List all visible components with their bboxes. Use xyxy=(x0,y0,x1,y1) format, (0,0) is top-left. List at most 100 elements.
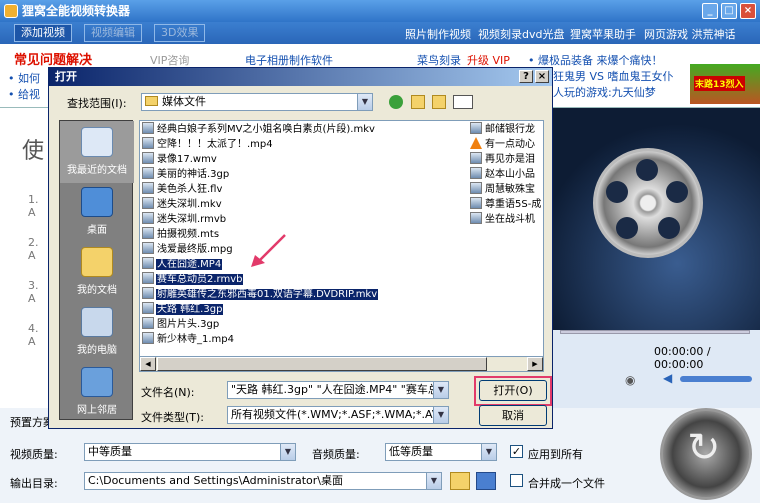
folder-icon xyxy=(145,96,158,106)
video-file-icon xyxy=(142,227,154,239)
back-icon[interactable] xyxy=(389,95,403,109)
link-photo-video[interactable]: 照片制作视频 xyxy=(405,26,471,42)
scroll-left-icon[interactable]: ◀ xyxy=(140,357,156,371)
file-item[interactable]: 再见亦是泪 xyxy=(470,152,536,167)
dialog-close-button[interactable]: × xyxy=(535,70,549,83)
close-button[interactable]: × xyxy=(740,3,756,19)
scroll-right-icon[interactable]: ▶ xyxy=(527,357,543,371)
dialog-help-button[interactable]: ? xyxy=(519,70,533,83)
filetype-select[interactable]: 所有视频文件(*.WMV;*.ASF;*.WMA;*.AVI; ▼ xyxy=(227,406,449,424)
merge-label: 合并成一个文件 xyxy=(528,477,605,490)
link-apple-helper[interactable]: 狸窝苹果助手 xyxy=(570,26,636,42)
file-item-selected[interactable]: 人在囧途.MP4 xyxy=(142,257,223,272)
open-button[interactable]: 打开(O) xyxy=(479,380,547,401)
game-banner-image[interactable]: 末路13烈入 xyxy=(690,64,760,104)
file-item[interactable]: 图片片头.3gp xyxy=(142,317,220,332)
chevron-down-icon[interactable]: ▼ xyxy=(433,382,448,398)
file-item[interactable]: 浅爱最终版.mpg xyxy=(142,242,234,257)
snapshot-camera-icon[interactable]: ◉ xyxy=(625,373,635,387)
cancel-button[interactable]: 取消 xyxy=(479,405,547,426)
merge-checkbox[interactable] xyxy=(510,474,523,487)
file-item[interactable]: 新少林寺_1.mp4 xyxy=(142,332,235,347)
game-ad-1[interactable]: 狂鬼男 VS 嗜血鬼王女仆 xyxy=(553,68,674,84)
file-item[interactable]: 美色杀人狂.flv xyxy=(142,182,223,197)
ad-line-2[interactable]: • 给视 xyxy=(8,86,40,102)
video-file-icon xyxy=(142,197,154,209)
tab-3d-effect[interactable]: 3D效果 xyxy=(154,24,206,42)
video-file-icon xyxy=(142,182,154,194)
ad-line-1[interactable]: • 如何 xyxy=(8,70,40,86)
volume-icon[interactable]: ◀ xyxy=(663,371,672,385)
chevron-down-icon[interactable]: ▼ xyxy=(426,473,441,489)
place-recent[interactable]: 我最近的文档 xyxy=(60,121,134,183)
filename-input[interactable]: "天路 韩红.3gp" "人在囧途.MP4" "赛车总 ▼ xyxy=(227,381,449,399)
place-network[interactable]: 网上邻居 xyxy=(60,361,134,423)
faq-link[interactable]: 常见问题解决 xyxy=(14,49,92,68)
audio-quality-value: 低等质量 xyxy=(389,445,433,458)
chevron-down-icon[interactable]: ▼ xyxy=(433,407,448,423)
burn-ad[interactable]: 菜鸟刻录 xyxy=(417,52,461,68)
chevron-down-icon[interactable]: ▼ xyxy=(357,94,372,110)
file-item[interactable]: 迷失深圳.rmvb xyxy=(142,212,227,227)
playback-progress[interactable] xyxy=(560,330,750,334)
file-item[interactable]: 周慧敏殊宝 xyxy=(470,182,536,197)
photo-album-ad[interactable]: 电子相册制作软件 xyxy=(245,52,333,68)
video-quality-label: 视频质量: xyxy=(10,448,58,461)
chevron-down-icon[interactable]: ▼ xyxy=(280,444,295,460)
convert-button[interactable]: ↻ xyxy=(660,408,752,500)
file-item[interactable]: 拍摄视频.mts xyxy=(142,227,220,242)
game-ad-2[interactable]: 人玩的游戏:九天仙梦 xyxy=(553,84,656,100)
open-folder-icon[interactable] xyxy=(476,472,496,490)
file-item[interactable]: 赵本山小品 xyxy=(470,167,536,182)
file-item[interactable]: 尊重语5S-成 xyxy=(470,197,542,212)
apply-all-checkbox[interactable]: ✓ xyxy=(510,445,523,458)
file-item[interactable]: 坐在战斗机 xyxy=(470,212,536,227)
upgrade-vip-link[interactable]: 升级 VIP xyxy=(467,52,510,68)
output-dir-label: 输出目录: xyxy=(10,477,58,490)
file-item-selected[interactable]: 天路 韩红.3gp xyxy=(142,302,224,317)
place-desktop[interactable]: 桌面 xyxy=(60,181,134,243)
audio-quality-select[interactable]: 低等质量 ▼ xyxy=(385,443,497,461)
file-item-selected[interactable]: 射雕英雄传之东邪西毒01.双语字幕.DVDRIP.mkv xyxy=(142,287,379,302)
link-web-game[interactable]: 网页游戏 洪荒神话 xyxy=(644,26,736,42)
vip-consult-link[interactable]: VIP咨询 xyxy=(150,52,189,68)
file-item-selected[interactable]: 赛车总动员2.rmvb xyxy=(142,272,244,287)
video-file-icon xyxy=(142,242,154,254)
up-folder-icon[interactable] xyxy=(411,95,425,109)
browse-folder-icon[interactable] xyxy=(450,472,470,490)
file-item[interactable]: 录像17.wmv xyxy=(142,152,218,167)
maximize-button[interactable]: □ xyxy=(721,3,737,19)
app-logo-icon xyxy=(4,4,18,18)
file-list: 经典白娘子系列MV之小姐名唤白素贞(片段).mkv 空降！！！太派了！.mp4 … xyxy=(139,120,544,372)
video-file-icon xyxy=(470,167,482,179)
file-item[interactable]: 空降！！！太派了！.mp4 xyxy=(142,137,274,152)
view-menu-icon[interactable] xyxy=(453,95,473,109)
chevron-down-icon[interactable]: ▼ xyxy=(481,444,496,460)
lookin-select[interactable]: 媒体文件 ▼ xyxy=(141,93,373,111)
file-item[interactable]: 迷失深圳.mkv xyxy=(142,197,223,212)
place-my-computer[interactable]: 我的电脑 xyxy=(60,301,134,363)
dialog-title: 打开 xyxy=(55,70,77,83)
file-item[interactable]: 邮储银行龙 xyxy=(470,122,536,137)
link-dvd-burn[interactable]: 视频刻录dvd光盘 xyxy=(478,26,564,42)
app-titlebar: 狸窝全能视频转换器 _ □ × xyxy=(0,0,760,22)
places-bar: 我最近的文档 桌面 我的文档 我的电脑 网上邻居 xyxy=(59,120,134,423)
file-item[interactable]: 有一点动心 xyxy=(470,137,536,152)
volume-slider[interactable] xyxy=(680,376,752,382)
new-folder-icon[interactable] xyxy=(432,95,446,109)
video-quality-select[interactable]: 中等质量 ▼ xyxy=(84,443,296,461)
output-dir-field[interactable]: C:\Documents and Settings\Administrator\… xyxy=(84,472,442,490)
file-item[interactable]: 美丽的神话.3gp xyxy=(142,167,230,182)
pink-arrow-annotation xyxy=(251,234,286,267)
scroll-thumb[interactable] xyxy=(157,357,487,371)
file-item[interactable]: 经典白娘子系列MV之小姐名唤白素贞(片段).mkv xyxy=(142,122,376,137)
place-my-documents[interactable]: 我的文档 xyxy=(60,241,134,303)
tab-video-edit[interactable]: 视频编辑 xyxy=(84,24,142,42)
step-4: 4. A xyxy=(28,322,39,348)
equipment-ad[interactable]: • 爆极品装备 来爆个痛快！ xyxy=(528,52,662,68)
horizontal-scrollbar[interactable]: ◀ ▶ xyxy=(139,356,544,372)
tab-add-video[interactable]: 添加视频 xyxy=(14,24,72,42)
video-file-icon xyxy=(142,152,154,164)
minimize-button[interactable]: _ xyxy=(702,3,718,19)
video-file-icon xyxy=(470,122,482,134)
